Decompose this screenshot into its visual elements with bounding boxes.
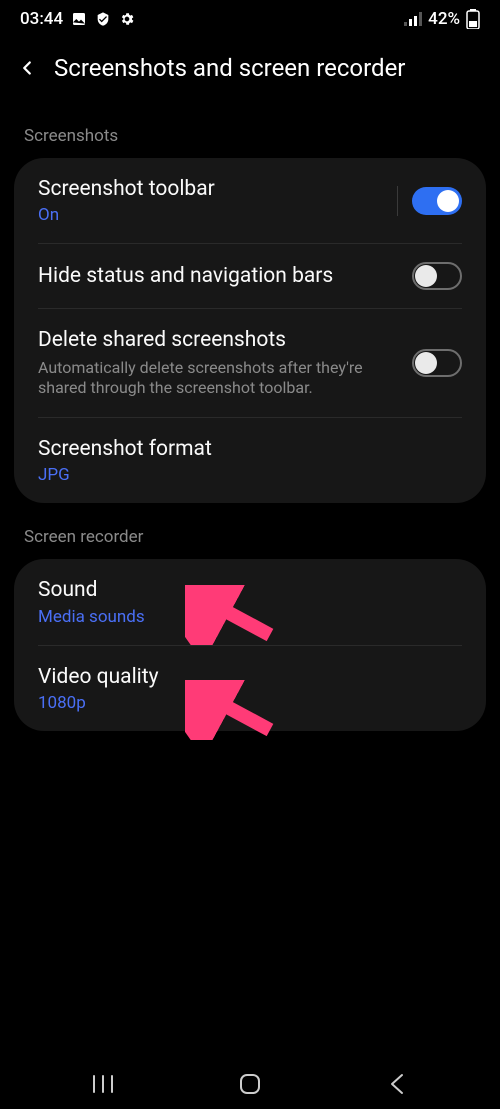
- sound-row[interactable]: Sound Media sounds: [14, 559, 486, 644]
- gallery-icon: [71, 11, 87, 27]
- delete-shared-toggle[interactable]: [412, 349, 462, 377]
- screenshot-toolbar-toggle[interactable]: [412, 187, 462, 215]
- page-title: Screenshots and screen recorder: [54, 54, 405, 82]
- back-button[interactable]: [14, 55, 40, 81]
- sound-title: Sound: [38, 577, 450, 604]
- status-bar: 03:44 42%: [0, 0, 500, 38]
- vertical-divider: [397, 186, 398, 216]
- delete-shared-row[interactable]: Delete shared screenshots Automatically …: [14, 309, 486, 417]
- screenshot-format-row[interactable]: Screenshot format JPG: [14, 418, 486, 503]
- video-quality-row[interactable]: Video quality 1080p: [14, 646, 486, 731]
- screenshot-format-title: Screenshot format: [38, 436, 450, 463]
- page-header: Screenshots and screen recorder: [0, 38, 500, 102]
- video-quality-value: 1080p: [38, 693, 450, 713]
- delete-shared-desc: Automatically delete screenshots after t…: [38, 358, 400, 400]
- nav-recents-button[interactable]: [89, 1070, 117, 1098]
- recorder-card: Sound Media sounds Video quality 1080p: [14, 559, 486, 731]
- battery-text: 42%: [428, 9, 460, 29]
- signal-icon: [404, 12, 422, 26]
- screenshot-toolbar-row[interactable]: Screenshot toolbar On: [14, 158, 486, 243]
- delete-shared-title: Delete shared screenshots: [38, 327, 400, 354]
- status-right: 42%: [404, 9, 480, 29]
- sound-value: Media sounds: [38, 607, 450, 627]
- nav-back-button[interactable]: [383, 1070, 411, 1098]
- navigation-bar: [0, 1059, 500, 1109]
- hide-bars-toggle[interactable]: [412, 262, 462, 290]
- screenshot-toolbar-value: On: [38, 205, 385, 225]
- status-left: 03:44: [20, 9, 135, 29]
- section-header-recorder: Screen recorder: [0, 503, 500, 559]
- status-time: 03:44: [20, 9, 63, 29]
- screenshot-toolbar-title: Screenshot toolbar: [38, 176, 385, 203]
- hide-bars-title: Hide status and navigation bars: [38, 263, 400, 290]
- gear-icon: [119, 11, 135, 27]
- nav-home-button[interactable]: [236, 1070, 264, 1098]
- shield-icon: [95, 11, 111, 27]
- screenshot-format-value: JPG: [38, 465, 450, 485]
- screenshots-card: Screenshot toolbar On Hide status and na…: [14, 158, 486, 503]
- battery-icon: [466, 9, 480, 29]
- section-header-screenshots: Screenshots: [0, 102, 500, 158]
- video-quality-title: Video quality: [38, 664, 450, 691]
- hide-bars-row[interactable]: Hide status and navigation bars: [14, 244, 486, 308]
